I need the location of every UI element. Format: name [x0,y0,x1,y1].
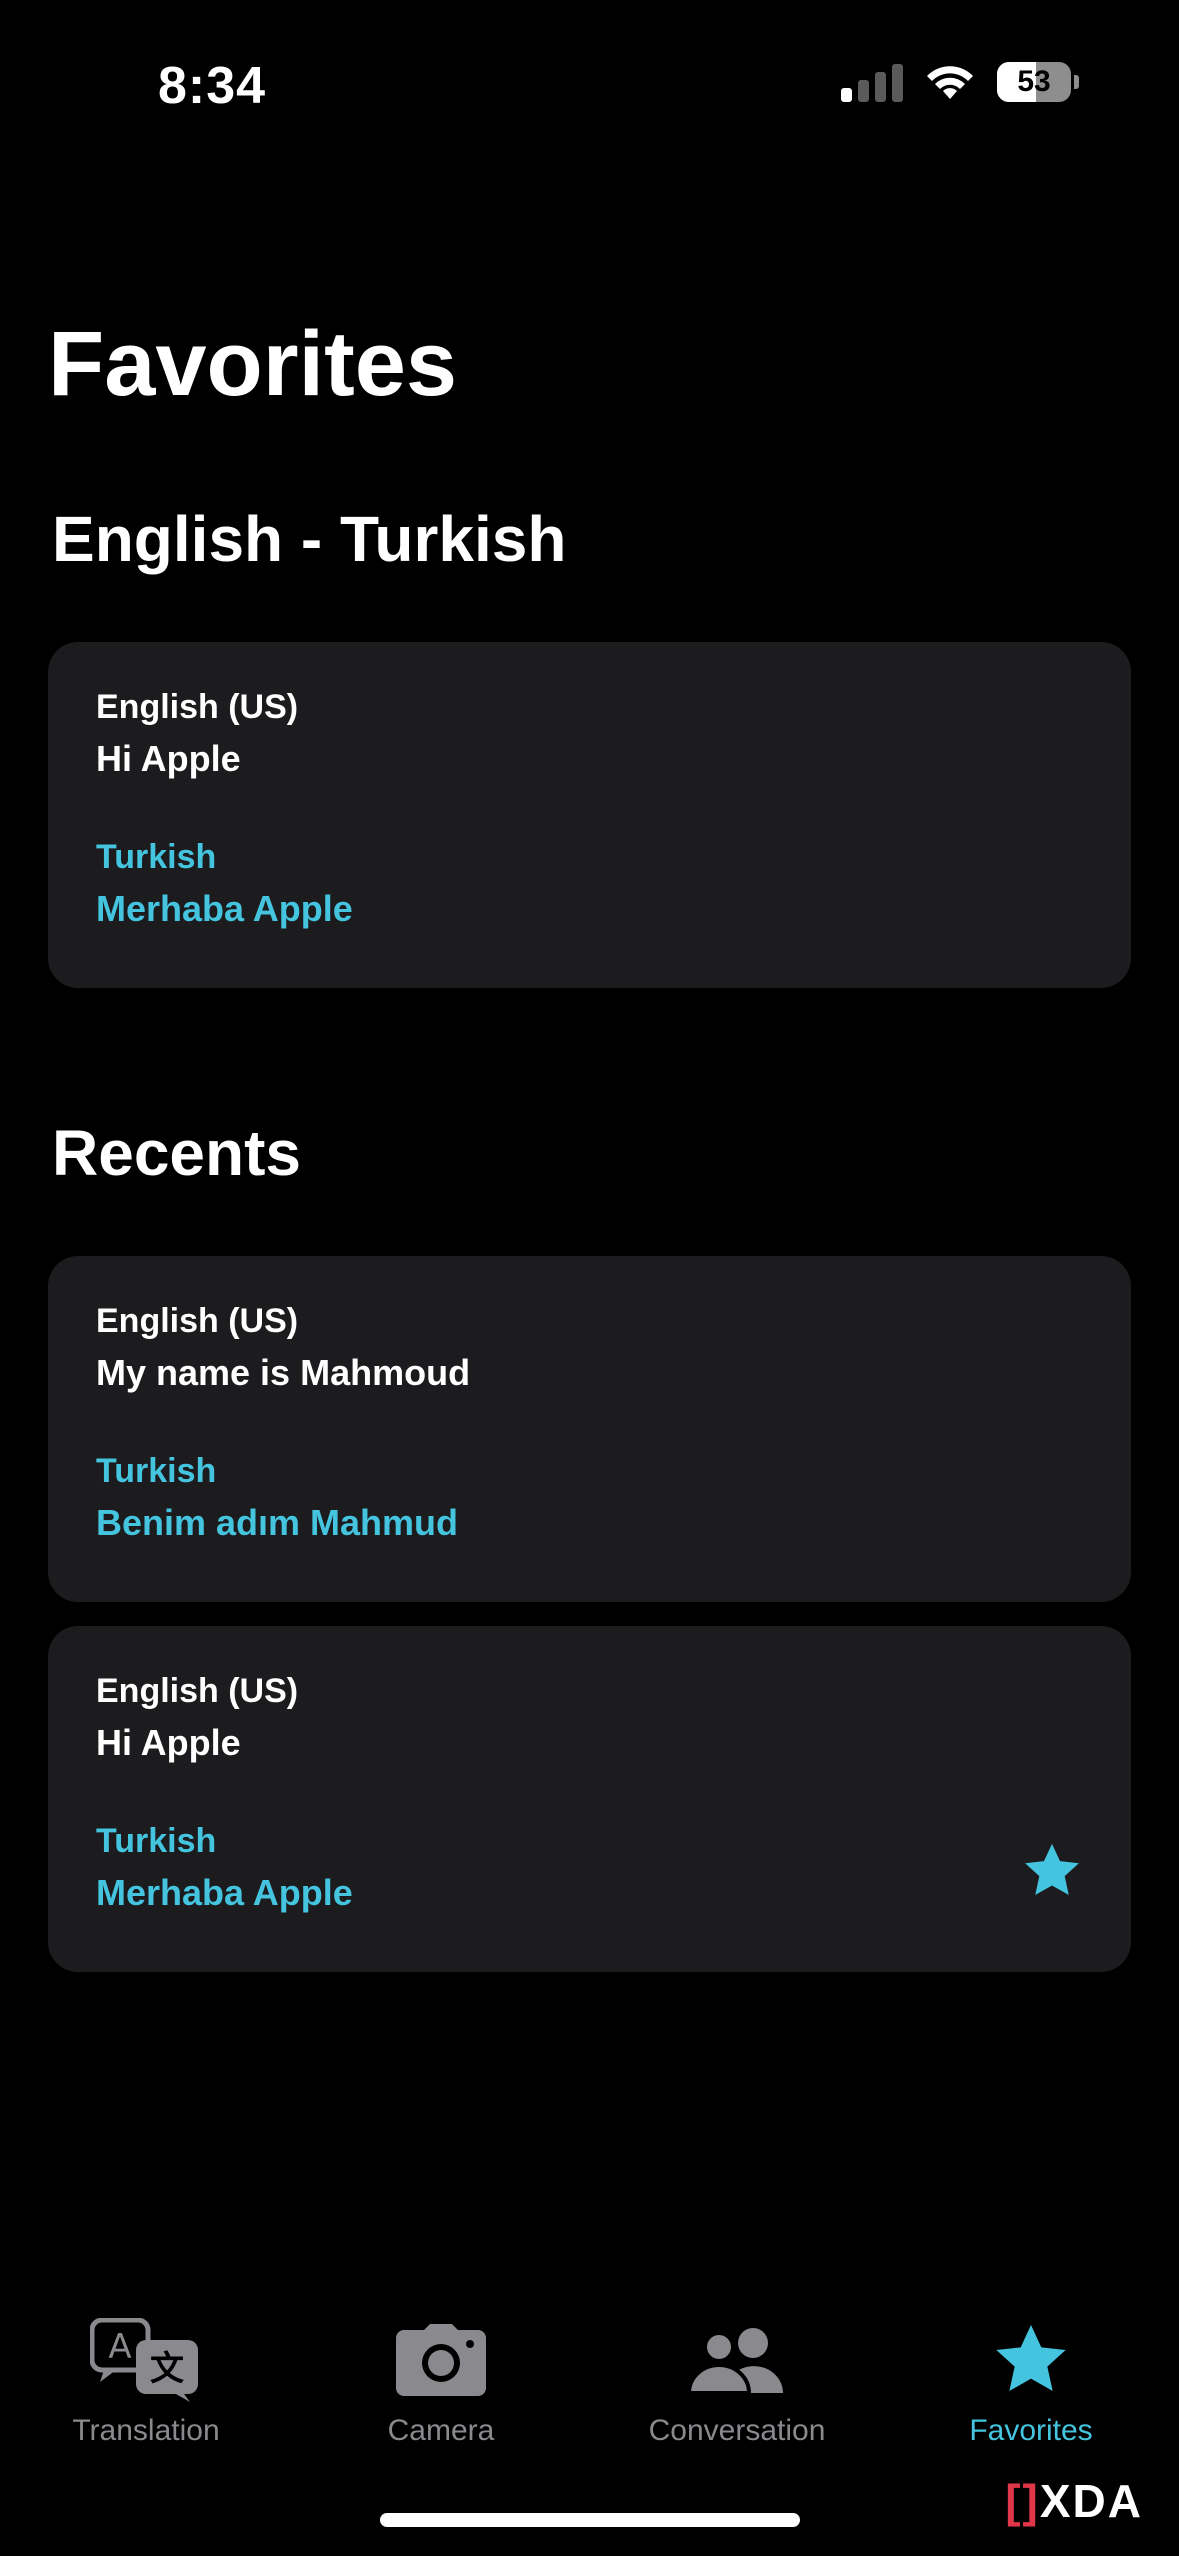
star-icon [996,2325,1066,2391]
tab-conversation[interactable]: Conversation [607,2310,867,2448]
source-language: English (US) [96,1672,299,1710]
source-language: English (US) [96,688,299,726]
svg-text:文: 文 [150,2349,184,2389]
tab-translation[interactable]: A 文 Translation [16,2310,276,2448]
cellular-signal-icon [841,62,903,102]
target-language: Turkish [96,1452,217,1490]
xda-watermark-logo: []XDA [1005,2474,1143,2528]
favorites-section-title: English - Turkish [52,503,567,575]
page-title: Favorites [48,313,458,415]
source-text: My name is Mahmoud [96,1352,471,1393]
target-language: Turkish [96,838,217,876]
tab-label: Translation [72,2414,220,2447]
battery-level: 53 [1017,65,1051,98]
target-text: Benim adım Mahmud [96,1502,459,1543]
wifi-icon [927,66,973,99]
source-language: English (US) [96,1302,299,1340]
tab-bar: A 文 Translation Camera Conversation Favo… [0,2310,1179,2470]
recent-translation-card[interactable]: English (US) Hi Apple Turkish Merhaba Ap… [48,1626,1131,1972]
target-language: Turkish [96,1822,217,1860]
tab-label: Camera [387,2414,495,2447]
favorite-translation-card[interactable]: English (US) Hi Apple Turkish Merhaba Ap… [48,642,1131,988]
watermark-bracket: [] [1005,2475,1040,2527]
source-text: Hi Apple [96,738,241,779]
tab-camera[interactable]: Camera [311,2310,571,2448]
svg-text:A: A [108,2327,131,2367]
tab-label: Favorites [969,2414,1093,2447]
camera-icon [396,2324,486,2396]
battery-icon: 53 [997,62,1071,102]
recents-section-title: Recents [52,1117,301,1189]
translate-icon: A 文 [90,2318,198,2402]
target-text: Merhaba Apple [96,1872,353,1913]
tab-label: Conversation [648,2414,826,2447]
favorite-star-icon[interactable] [1021,1840,1083,1902]
people-icon [687,2328,783,2393]
target-text: Merhaba Apple [96,888,353,929]
home-indicator[interactable] [380,2513,800,2527]
source-text: Hi Apple [96,1722,241,1763]
status-icons: 53 [841,62,1079,102]
recent-translation-card[interactable]: English (US) My name is Mahmoud Turkish … [48,1256,1131,1602]
status-time: 8:34 [158,57,267,115]
watermark-text: XDA [1039,2475,1143,2527]
tab-favorites[interactable]: Favorites [901,2310,1161,2448]
